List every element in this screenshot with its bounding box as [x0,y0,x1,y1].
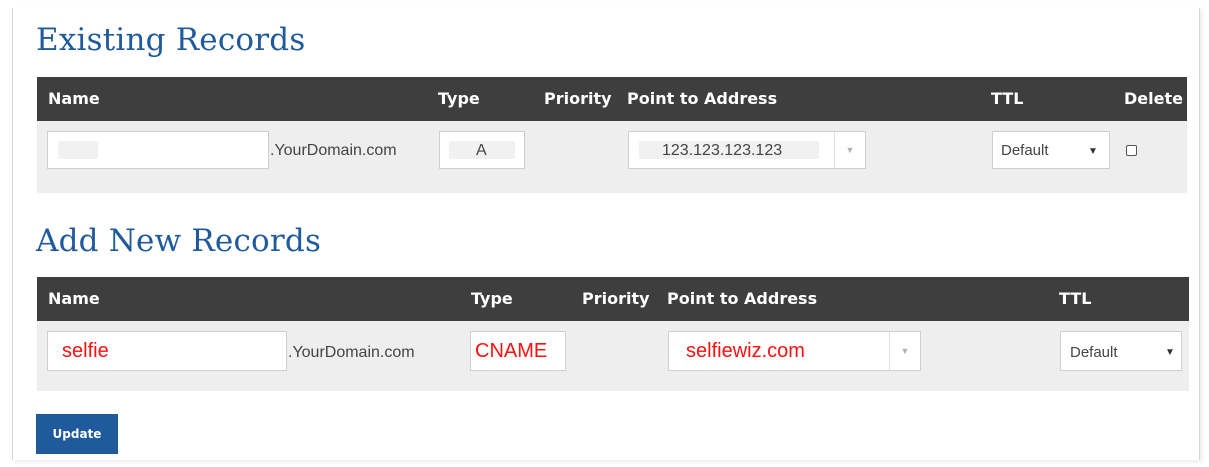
update-button[interactable]: Update [36,414,118,454]
new-record-row: selfie .YourDomain.com CNAME selfiewiz.c… [37,321,1189,391]
existing-type-input[interactable]: A [439,131,525,169]
delete-checkbox[interactable] [1126,145,1137,156]
header-type: Type [471,289,513,308]
header-priority: Priority [582,289,650,308]
existing-name-input[interactable] [47,131,269,169]
header-address: Point to Address [667,289,818,308]
header-ttl: TTL [991,89,1024,108]
header-delete: Delete [1124,89,1183,108]
header-name: Name [48,289,100,308]
add-new-records-title: Add New Records [36,223,322,259]
header-ttl: TTL [1059,289,1092,308]
existing-address-select[interactable]: 123.123.123.123 ▼ [628,131,866,169]
chevron-down-icon: ▼ [1165,347,1175,358]
add-records-header: Name Type Priority Point to Address TTL [37,277,1189,321]
existing-records-header: Name Type Priority Point to Address TTL … [37,77,1187,121]
header-address: Point to Address [627,89,778,108]
new-ttl-select[interactable]: Default ▼ [1060,331,1182,371]
chevron-down-icon: ▼ [834,132,865,168]
existing-domain-suffix: .YourDomain.com [270,142,397,159]
existing-record-row: .YourDomain.com A 123.123.123.123 ▼ Defa… [37,121,1187,193]
header-type: Type [438,89,480,108]
existing-records-title: Existing Records [36,22,306,58]
existing-ttl-select[interactable]: Default ▼ [992,131,1110,169]
header-name: Name [48,89,100,108]
new-domain-suffix: .YourDomain.com [288,344,415,361]
chevron-down-icon: ▼ [889,332,920,370]
header-priority: Priority [544,89,612,108]
new-address-select[interactable]: selfiewiz.com ▼ [668,331,921,371]
new-name-input[interactable]: selfie [47,331,287,371]
chevron-down-icon: ▼ [1088,146,1098,157]
new-type-input[interactable]: CNAME [470,331,566,371]
